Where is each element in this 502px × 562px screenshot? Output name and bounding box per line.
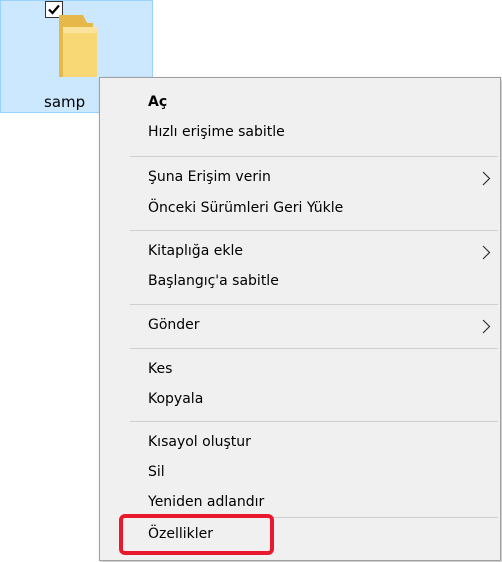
- menu-item-open[interactable]: Aç: [101, 89, 499, 117]
- chevron-right-icon: [482, 171, 491, 186]
- menu-item-label: Başlangıç'a sabitle: [148, 273, 279, 289]
- menu-item-label: Kısayol oluştur: [148, 434, 251, 450]
- menu-item-pin-quick-access[interactable]: Hızlı erişime sabitle: [101, 119, 499, 147]
- menu-item-copy[interactable]: Kopyala: [101, 386, 499, 414]
- menu-item-label: Kitaplığa ekle: [148, 243, 243, 259]
- desktop: samp Aç Hızlı erişime sabitle Şuna Erişi…: [0, 0, 502, 562]
- menu-item-give-access[interactable]: Şuna Erişim verin: [101, 164, 499, 192]
- menu-item-rename[interactable]: Yeniden adlandır: [101, 489, 499, 517]
- folder-name: samp: [44, 93, 86, 111]
- menu-separator: [130, 156, 498, 157]
- chevron-right-icon: [482, 319, 491, 334]
- menu-item-label: Şuna Erişim verin: [148, 169, 271, 185]
- menu-item-label: Kes: [148, 361, 173, 377]
- highlight-box: [119, 514, 274, 555]
- menu-item-label: Kopyala: [148, 391, 204, 407]
- menu-item-restore-versions[interactable]: Önceki Sürümleri Geri Yükle: [101, 195, 499, 223]
- folder-icon: [53, 11, 101, 85]
- menu-item-pin-start[interactable]: Başlangıç'a sabitle: [101, 268, 499, 296]
- menu-item-create-shortcut[interactable]: Kısayol oluştur: [101, 429, 499, 457]
- menu-item-cut[interactable]: Kes: [101, 356, 499, 384]
- menu-separator: [130, 230, 498, 231]
- menu-item-delete[interactable]: Sil: [101, 459, 499, 487]
- menu-item-label: Sil: [148, 464, 165, 480]
- menu-item-label: Aç: [148, 94, 168, 110]
- menu-item-label: Gönder: [148, 317, 200, 333]
- menu-separator: [130, 348, 498, 349]
- menu-item-label: Hızlı erişime sabitle: [148, 124, 285, 140]
- menu-item-send-to[interactable]: Gönder: [101, 312, 499, 340]
- menu-item-label: Yeniden adlandır: [148, 494, 265, 510]
- menu-item-label: Önceki Sürümleri Geri Yükle: [148, 200, 344, 216]
- menu-separator: [130, 421, 498, 422]
- context-menu: Aç Hızlı erişime sabitle Şuna Erişim ver…: [99, 77, 501, 561]
- chevron-right-icon: [482, 245, 491, 260]
- menu-item-add-to-library[interactable]: Kitaplığa ekle: [101, 238, 499, 266]
- menu-separator: [130, 304, 498, 305]
